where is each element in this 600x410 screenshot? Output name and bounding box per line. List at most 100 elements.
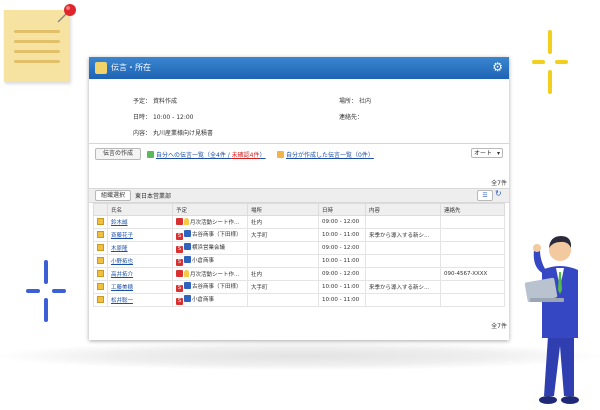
datetime-value: 10:00 - 12:00 — [152, 114, 194, 121]
auto-select[interactable]: オート ▾ — [471, 148, 503, 158]
name-cell: 鈴木誠 — [107, 215, 173, 229]
memo-icon[interactable] — [97, 257, 104, 264]
person-name-link[interactable]: 木原隆 — [111, 246, 128, 252]
time-cell: 09:00 - 12:00 — [318, 267, 366, 281]
yellow-sparkle-icon — [532, 30, 568, 94]
col-header-place[interactable]: 場所 — [247, 203, 319, 216]
time-cell: 10:00 - 11:00 — [318, 254, 366, 268]
name-cell: 工藤美穂 — [107, 280, 173, 294]
content-label: 内容： — [133, 130, 152, 137]
schedule-value: 資料作成 — [152, 98, 177, 105]
content-cell — [365, 254, 441, 268]
memo-icon[interactable] — [97, 283, 104, 290]
content-field: 内容： 丸川産業様向け見積書 — [133, 128, 213, 137]
org-name: 東日本営業部 — [135, 193, 172, 200]
schedule-cell: S 小倉商事 — [172, 293, 248, 307]
contact-cell — [440, 215, 505, 229]
place-cell: 大手町 — [247, 280, 319, 294]
memo-icon[interactable] — [97, 244, 104, 251]
lightbulb-icon — [184, 270, 189, 277]
person-name-link[interactable]: 鈴木誠 — [111, 220, 128, 226]
app-window: 伝言・所在 ⚙ 予定： 資料作成 場所： 社内 日時： 10:00 - 12:0… — [89, 57, 509, 340]
memo-icon[interactable] — [97, 231, 104, 238]
schedule-text: 月次活動シート作… — [190, 220, 240, 226]
content-cell: 来季から導入する新シ… — [365, 280, 441, 294]
col-header-schedule[interactable]: 予定 — [172, 203, 248, 216]
org-select-button[interactable]: 組織選択 — [95, 190, 131, 201]
col-header-contact[interactable]: 連絡先 — [440, 203, 505, 216]
memo-icon[interactable] — [97, 218, 104, 225]
memo-cell — [93, 280, 108, 294]
contact-cell — [440, 241, 505, 255]
window-title: 伝言・所在 — [111, 63, 151, 72]
schedule-type-icon — [184, 295, 191, 302]
schedule-text: 横浜営業会議 — [192, 245, 226, 251]
lightbulb-icon — [184, 218, 189, 225]
place-cell — [247, 293, 319, 307]
person-name-link[interactable]: 松井聡一 — [111, 298, 133, 304]
schedule-type-icon — [184, 243, 191, 250]
contact-cell — [440, 228, 505, 242]
list-view-icon[interactable]: ☰ — [477, 190, 493, 201]
status-badge: S — [176, 233, 183, 240]
col-header-time[interactable]: 日時 — [318, 203, 366, 216]
memo-cell — [93, 267, 108, 281]
contact-label: 連絡先： — [339, 114, 364, 121]
created-messages-link[interactable]: 自分が作成した伝言一覧（0件） — [277, 150, 374, 159]
name-cell: 木原隆 — [107, 241, 173, 255]
divider — [89, 143, 509, 144]
table-row[interactable]: 工藤美穂 S 古谷商事（下田様） 大手町 10:00 - 11:00 来季から導入する新シ… — [93, 280, 505, 294]
my-messages-link[interactable]: 自分への伝言一覧（全4件 / 未確認4件） — [147, 150, 266, 159]
created-messages-link-text[interactable]: 自分が作成した伝言一覧（0件） — [286, 152, 374, 159]
table-row[interactable]: 木原隆 S 横浜営業会議 09:00 - 12:00 — [93, 241, 505, 255]
refresh-icon[interactable]: ↻ — [495, 189, 502, 198]
check-icon — [147, 151, 154, 158]
place-cell: 社内 — [247, 215, 319, 229]
memo-icon[interactable] — [97, 296, 104, 303]
place-cell — [247, 254, 319, 268]
memo-cell — [93, 293, 108, 307]
message-app-icon — [95, 62, 107, 74]
schedule-text: 小倉商事 — [192, 297, 215, 303]
blue-sparkle-icon — [26, 260, 66, 322]
schedule-type-icon — [184, 230, 191, 237]
my-messages-link-tail[interactable]: ） — [259, 152, 265, 159]
title-bar: 伝言・所在 ⚙ — [89, 57, 509, 79]
gear-icon[interactable]: ⚙ — [492, 60, 503, 74]
schedule-cell: 月次活動シート作… — [172, 215, 248, 229]
col-header-name[interactable]: 氏名 — [107, 203, 173, 216]
auto-select-value: オート — [474, 150, 493, 157]
place-cell: 社内 — [247, 267, 319, 281]
content-cell: 来季から導入する新シ… — [365, 228, 441, 242]
memo-icon[interactable] — [97, 270, 104, 277]
table-row[interactable]: 高井拓介 月次活動シート作… 社内 09:00 - 12:00 090-4567-XXX… — [93, 267, 505, 281]
create-message-button[interactable]: 伝言の作成 — [95, 148, 141, 160]
status-badge: S — [176, 259, 183, 266]
time-cell: 09:00 - 12:00 — [318, 215, 366, 229]
table-row[interactable]: 斉藤花子 S 古谷商事（下田様） 大手町 10:00 - 11:00 来季から導入する新シ… — [93, 228, 505, 242]
contact-cell — [440, 293, 505, 307]
person-name-link[interactable]: 工藤美穂 — [111, 285, 133, 291]
count-bottom: 全7件 — [491, 323, 507, 330]
content-cell — [365, 293, 441, 307]
content-value: 丸川産業様向け見積書 — [152, 130, 213, 137]
person-name-link[interactable]: 小野拓也 — [111, 259, 133, 265]
pin-icon — [57, 4, 76, 23]
place-cell: 大手町 — [247, 228, 319, 242]
table-row[interactable]: 鈴木誠 月次活動シート作… 社内 09:00 - 12:00 — [93, 215, 505, 229]
place-cell — [247, 241, 319, 255]
my-messages-link-text[interactable]: 自分への伝言一覧（全4件 / — [156, 152, 232, 159]
unconfirmed-count[interactable]: 未確認4件 — [232, 152, 260, 159]
datetime-label: 日時： — [133, 114, 152, 121]
status-badge: S — [176, 285, 183, 292]
table-row[interactable]: 松井聡一 S 小倉商事 10:00 - 11:00 — [93, 293, 505, 307]
col-header-content[interactable]: 内容 — [365, 203, 441, 216]
table-row[interactable]: 小野拓也 S 小倉商事 10:00 - 11:00 — [93, 254, 505, 268]
memo-cell — [93, 215, 108, 229]
person-name-link[interactable]: 高井拓介 — [111, 272, 133, 278]
schedule-type-icon — [184, 282, 191, 289]
status-badge-icon — [176, 270, 183, 277]
person-name-link[interactable]: 斉藤花子 — [111, 233, 133, 239]
place-label: 場所： — [339, 98, 358, 105]
schedule-type-icon — [184, 256, 191, 263]
